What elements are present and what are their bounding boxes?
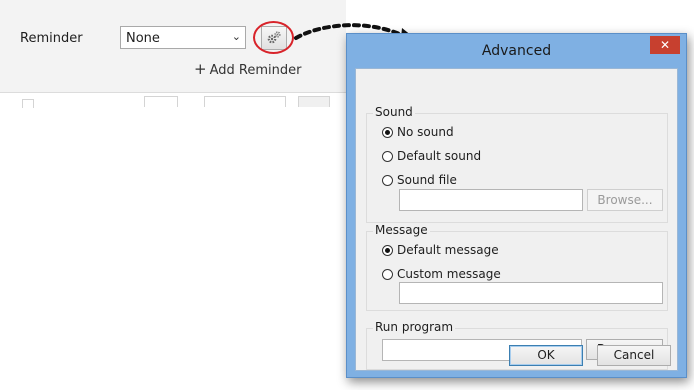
partial-checkbox: [22, 99, 34, 108]
radio-dot: [382, 174, 393, 186]
radio-default-sound[interactable]: Default sound: [382, 149, 481, 163]
sound-file-input[interactable]: [399, 189, 583, 211]
clipped-toolbar: ▔▔▔▔ ▔▔▔ ▔▔▔▔ ▔▔▔▔ ▔▔▔▔ ▔▔▔▔: [100, 0, 302, 8]
radio-dot: [382, 268, 393, 280]
radio-dot: [382, 244, 393, 256]
dialog-body: Sound No sound Default sound Sound file …: [355, 68, 678, 371]
cancel-button[interactable]: Cancel: [597, 345, 671, 366]
advanced-dialog: Advanced ✕ Sound No sound Default sound …: [346, 33, 687, 378]
add-reminder-label: Add Reminder: [209, 63, 302, 78]
chevron-down-icon: ⌄: [231, 30, 241, 43]
close-button[interactable]: ✕: [650, 36, 680, 54]
radio-dot: [382, 126, 393, 138]
partial-field: [144, 96, 178, 107]
partial-field: [204, 96, 286, 107]
sound-group: Sound No sound Default sound Sound file …: [366, 105, 668, 223]
plus-icon: +: [194, 60, 207, 78]
radio-default-message[interactable]: Default message: [382, 243, 499, 257]
run-program-group-title: Run program: [373, 320, 456, 334]
radio-label: No sound: [397, 125, 454, 139]
radio-sound-file[interactable]: Sound file: [382, 173, 457, 187]
reminder-select-value: None: [126, 31, 160, 46]
reminder-label: Reminder: [20, 31, 83, 46]
radio-custom-message[interactable]: Custom message: [382, 267, 501, 281]
dialog-title: Advanced: [481, 43, 552, 59]
radio-no-sound[interactable]: No sound: [382, 125, 454, 139]
radio-label: Default message: [397, 243, 499, 257]
message-group-title: Message: [373, 223, 430, 237]
radio-dot: [382, 150, 393, 162]
reminder-select[interactable]: None ⌄: [120, 26, 246, 49]
add-reminder-link[interactable]: + Add Reminder: [194, 60, 301, 78]
sound-browse-button[interactable]: Browse...: [587, 189, 663, 211]
radio-label: Default sound: [397, 149, 482, 163]
partial-button: [298, 96, 330, 107]
ok-button[interactable]: OK: [509, 345, 583, 366]
radio-label: Sound file: [397, 173, 457, 187]
sound-group-title: Sound: [373, 105, 415, 119]
close-icon: ✕: [659, 38, 671, 52]
highlight-circle: [253, 21, 294, 54]
radio-label: Custom message: [397, 267, 501, 281]
custom-message-input[interactable]: [399, 282, 663, 304]
message-group: Message Default message Custom message: [366, 223, 668, 311]
